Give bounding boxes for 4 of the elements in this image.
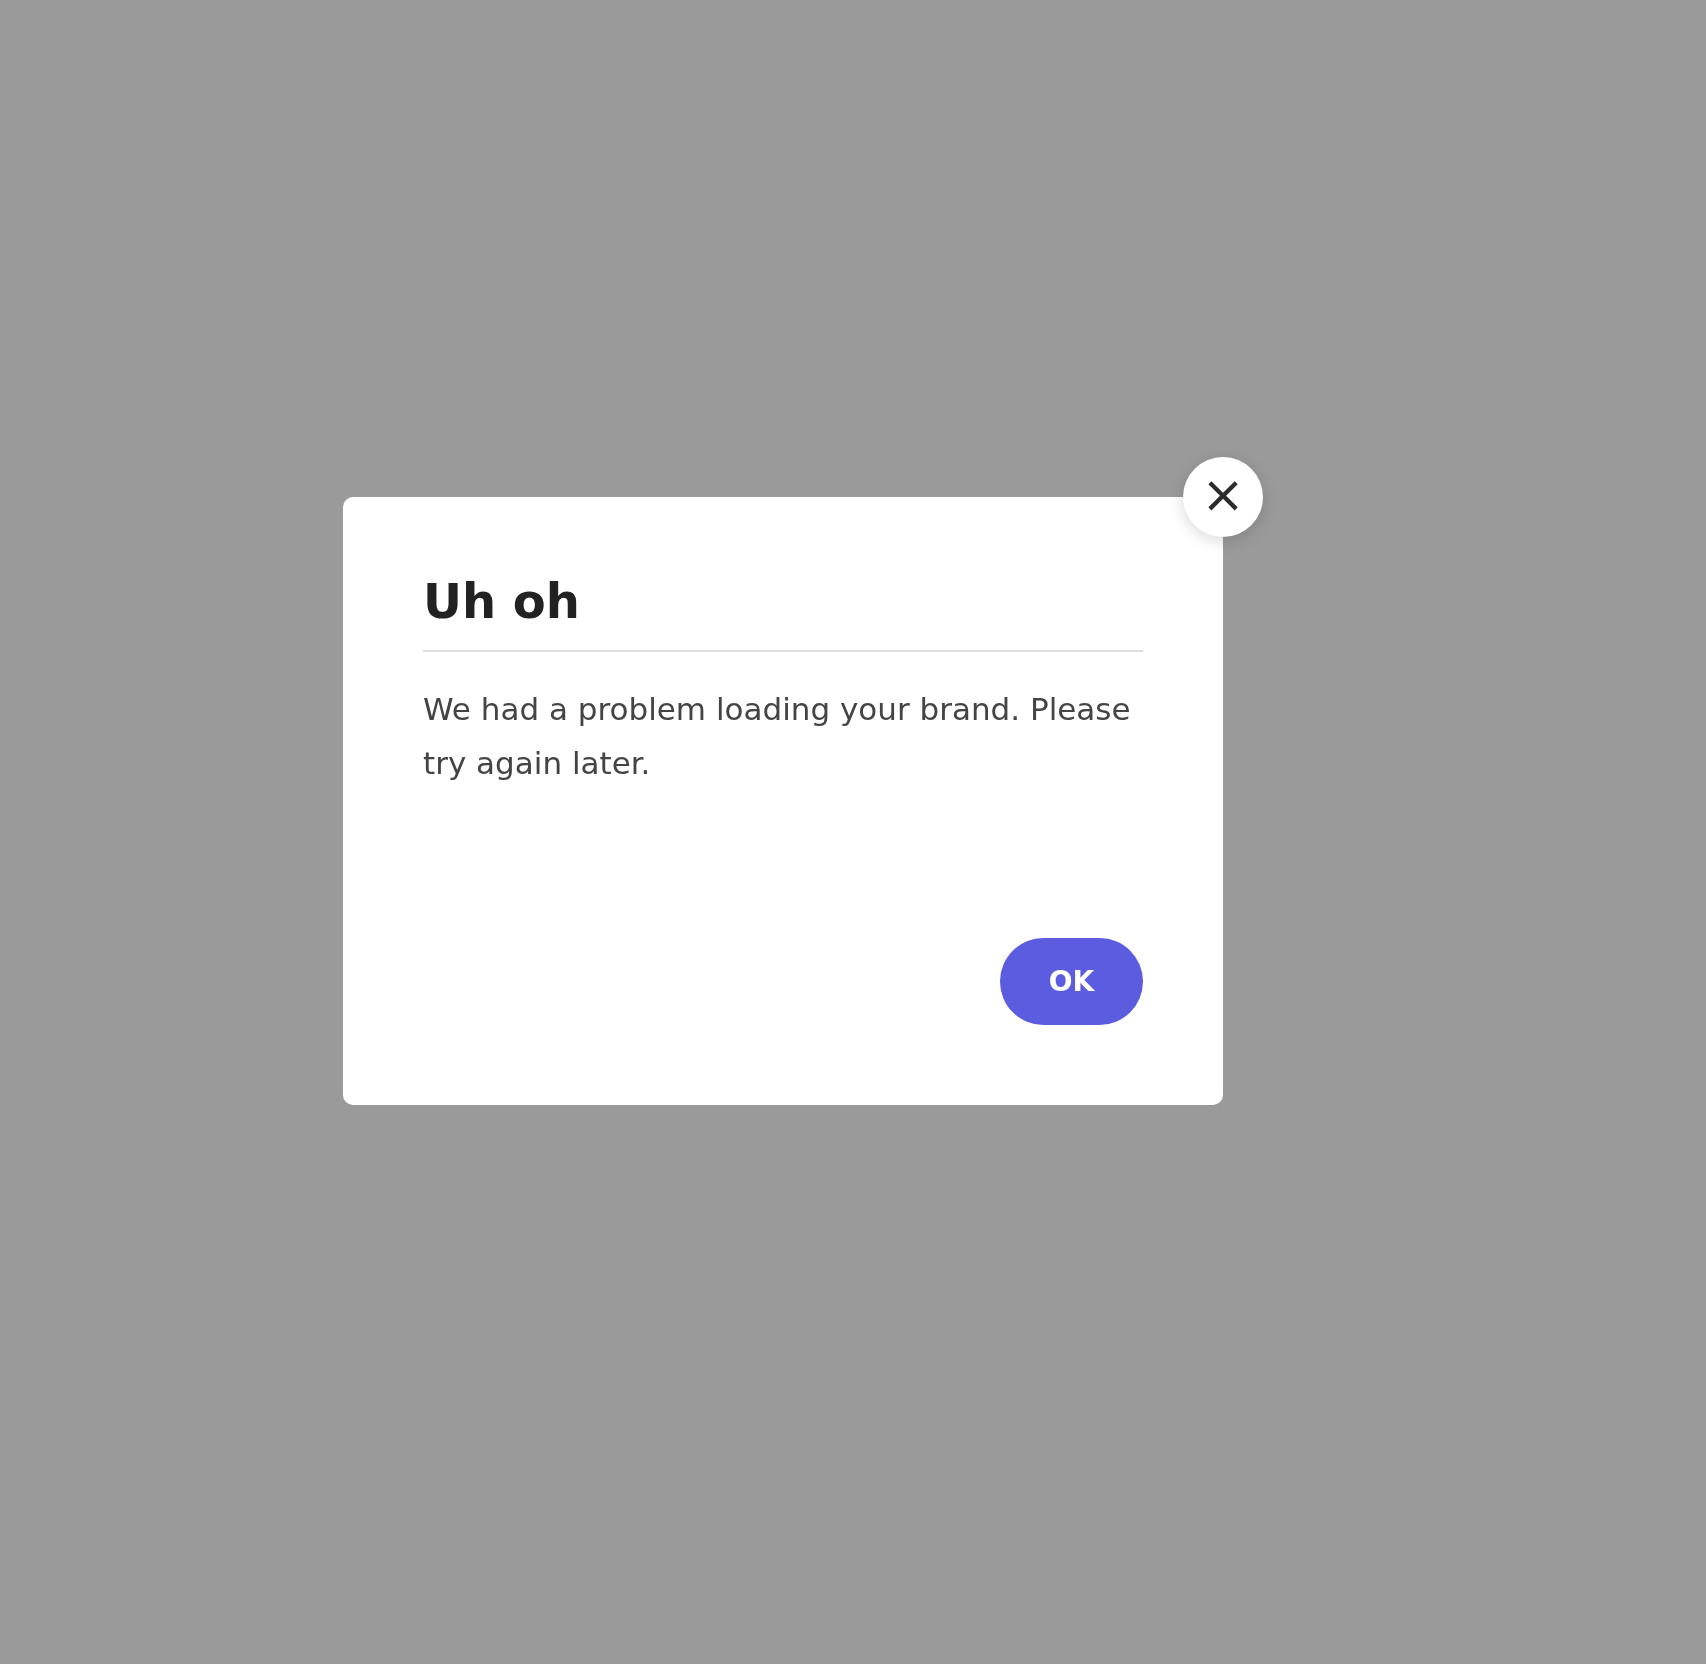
close-button[interactable]: × xyxy=(1183,457,1263,537)
dialog-title: Uh oh xyxy=(423,575,581,628)
ok-button[interactable]: OK xyxy=(1000,938,1143,1025)
dialog-message: We had a problem loading your brand. Please try again later. xyxy=(423,689,1132,783)
